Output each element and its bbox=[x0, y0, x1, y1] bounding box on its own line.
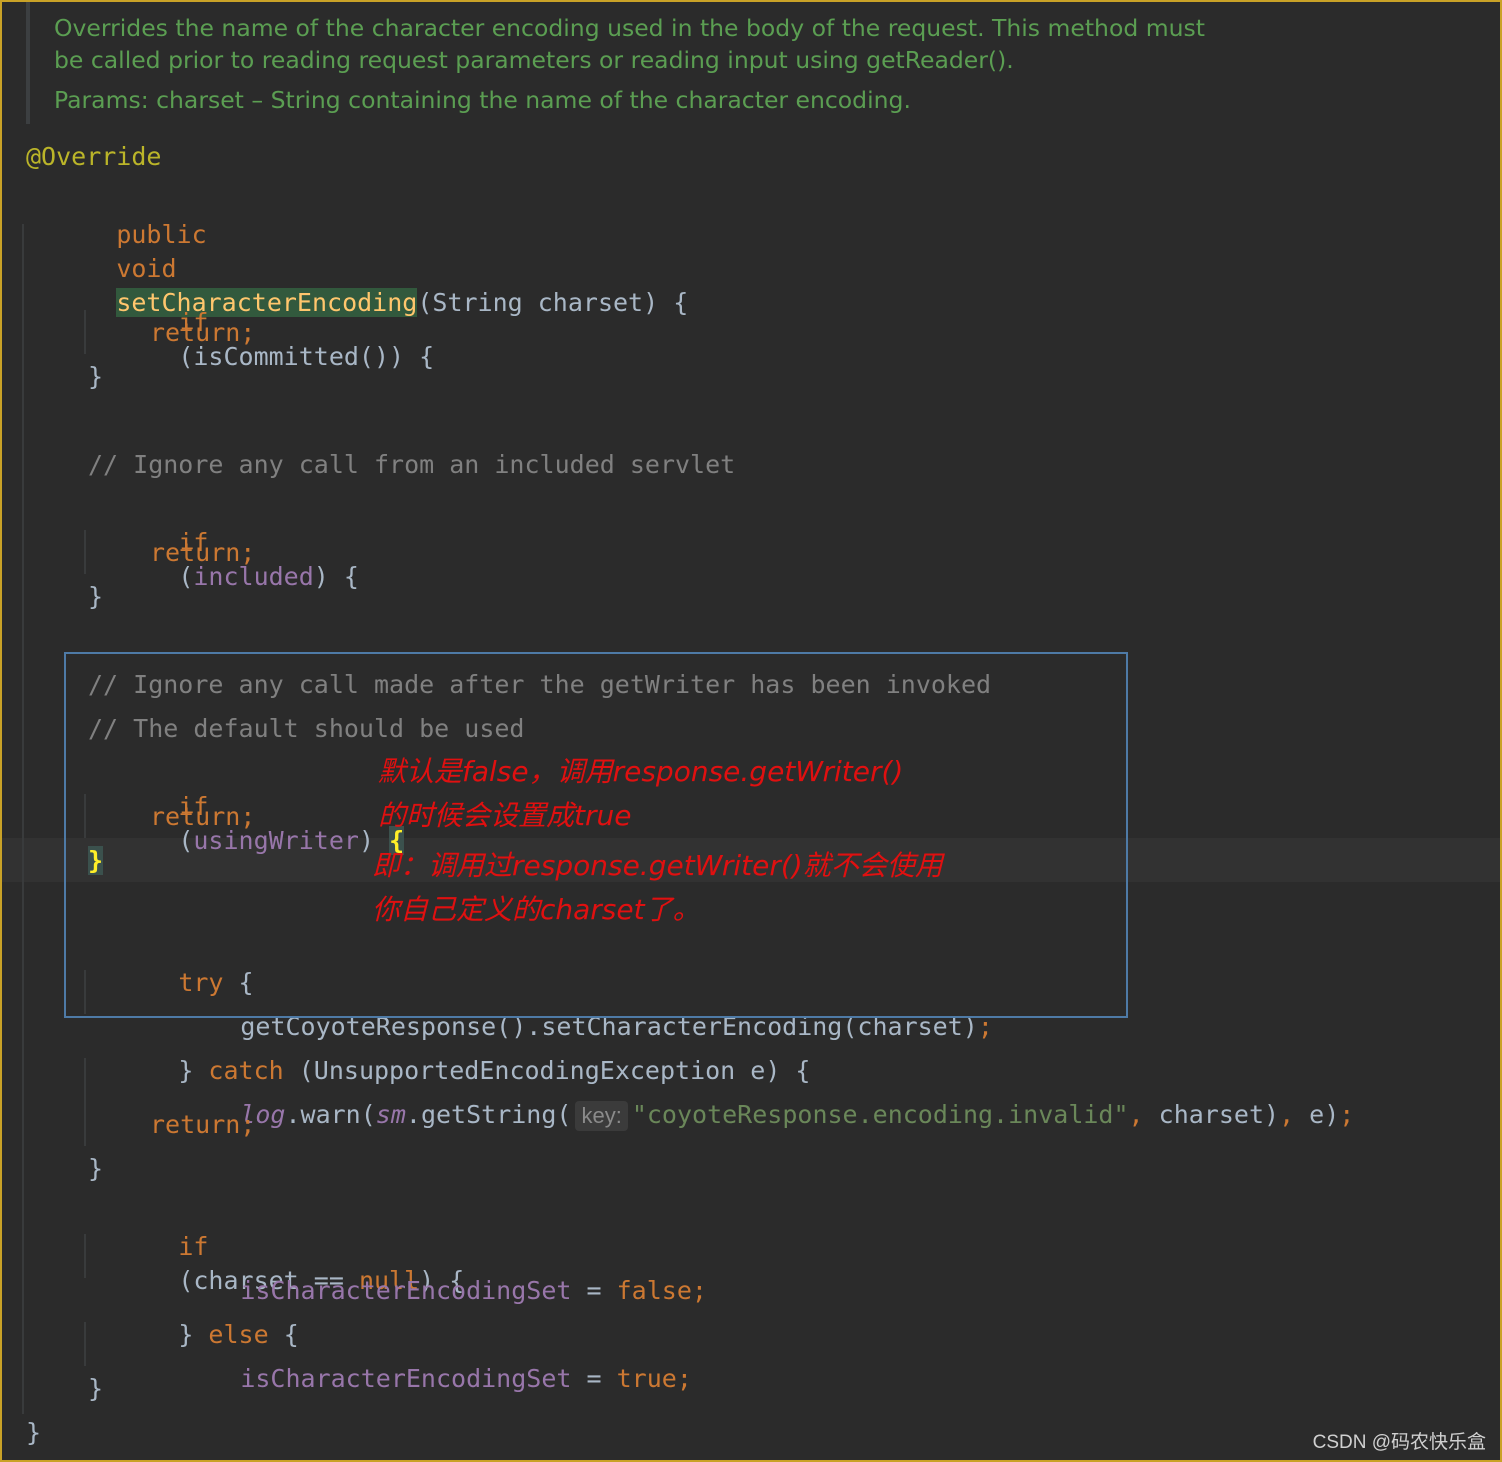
semicolon: ; bbox=[1339, 1100, 1355, 1129]
doc-line: be called prior to reading request param… bbox=[54, 46, 1014, 74]
semicolon: ; bbox=[691, 1276, 707, 1305]
doc-params: Params: charset – String containing the … bbox=[54, 86, 911, 114]
catch-line: } catch (UnsupportedEncodingException e)… bbox=[88, 1020, 810, 1085]
return-statement: return; bbox=[150, 538, 256, 567]
field-is-character-encoding-set: isCharacterEncodingSet bbox=[240, 1364, 572, 1393]
assign-false-line: isCharacterEncodingSet = false; bbox=[150, 1240, 707, 1305]
annotation-note: 你自己定义的charset了。 bbox=[372, 893, 701, 926]
string-literal: "coyoteResponse.encoding.invalid" bbox=[631, 1100, 1129, 1129]
indent-guide bbox=[84, 1058, 86, 1146]
signature-params: (String charset) { bbox=[417, 288, 689, 317]
annotation-note: 的时候会设置成true bbox=[378, 799, 632, 832]
doc-comment-bar bbox=[26, 2, 30, 124]
else-line: } else { bbox=[88, 1284, 298, 1349]
assign-op: = bbox=[571, 1364, 617, 1393]
highlight-rectangle bbox=[64, 652, 1128, 1018]
keyword-public: public bbox=[116, 220, 207, 249]
return-statement: return; bbox=[150, 1110, 256, 1139]
getstring-call: .getString( bbox=[405, 1100, 572, 1129]
indent-guide bbox=[84, 1234, 86, 1278]
keyword-true: true bbox=[616, 1364, 677, 1393]
parameter-hint: key: bbox=[575, 1101, 628, 1131]
closing-brace: } bbox=[88, 582, 104, 611]
comment-line: // Ignore any call from an included serv… bbox=[88, 450, 736, 479]
doc-line: Overrides the name of the character enco… bbox=[54, 14, 1205, 42]
charset-arg: charset) bbox=[1143, 1100, 1280, 1129]
comma: , bbox=[1128, 1100, 1144, 1129]
annotation-note: 即：调用过response.getWriter()就不会使用 bbox=[372, 849, 943, 882]
comma: , bbox=[1279, 1100, 1295, 1129]
semicolon: ; bbox=[676, 1364, 692, 1393]
method-signature: public void setCharacterEncoding(String … bbox=[26, 184, 688, 317]
method-closing-brace: } bbox=[26, 1418, 42, 1447]
indent-guide bbox=[84, 530, 86, 574]
closing-brace: } bbox=[88, 1374, 104, 1403]
override-annotation: @Override bbox=[26, 142, 162, 171]
indent-guide bbox=[22, 224, 24, 1414]
e-arg: e) bbox=[1294, 1100, 1340, 1129]
if-charset-null-line: if (charset == null) { bbox=[88, 1196, 464, 1295]
assign-true-line: isCharacterEncodingSet = true; bbox=[150, 1328, 692, 1393]
watermark: CSDN @码农快乐盒 bbox=[1312, 1432, 1486, 1453]
code-editor[interactable]: Overrides the name of the character enco… bbox=[0, 0, 1502, 1462]
closing-brace: } bbox=[88, 1154, 104, 1183]
return-statement: return; bbox=[150, 318, 256, 347]
field-sm: sm bbox=[375, 1100, 406, 1129]
log-warn-line: log.warn(sm.getString(key: "coyoteRespons… bbox=[150, 1064, 1354, 1131]
if-committed-line: if (isCommitted()) { bbox=[88, 272, 434, 371]
annotation-note: 默认是false，调用response.getWriter() bbox=[378, 755, 904, 788]
assign-op: = bbox=[571, 1276, 617, 1305]
paren-brace: ) { bbox=[313, 562, 359, 591]
if-included-line: if (included) { bbox=[88, 492, 359, 591]
indent-guide bbox=[84, 1322, 86, 1366]
warn-call: .warn( bbox=[285, 1100, 376, 1129]
closing-brace: } bbox=[88, 362, 104, 391]
keyword-false: false bbox=[616, 1276, 692, 1305]
